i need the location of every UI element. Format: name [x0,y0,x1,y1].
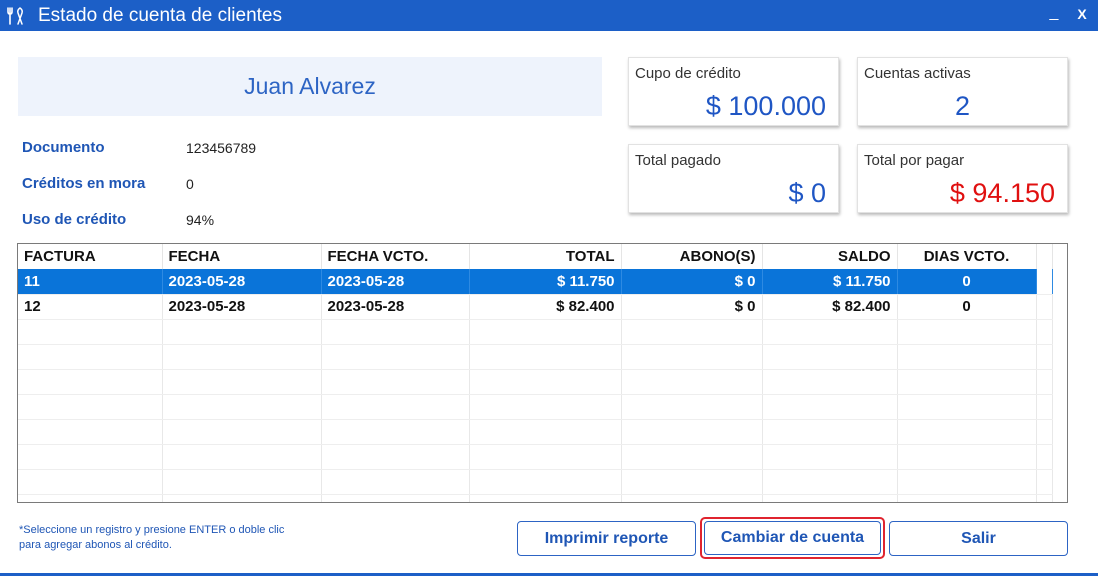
column-header-fecha-vcto[interactable]: FECHA VCTO. [321,244,470,269]
empty-row [18,494,1053,502]
active-accounts-value: 2 [954,91,971,121]
document-value: 123456789 [186,140,257,156]
total-paid-label: Total pagado [635,152,721,169]
cell-factura: 11 [18,269,163,295]
overdue-credits-label: Créditos en mora [22,175,146,192]
empty-row [18,419,1053,445]
active-accounts-label: Cuentas activas [864,65,971,82]
empty-row [18,344,1053,370]
total-paid-value: $ 0 [788,178,826,208]
cell-filler [1036,294,1053,320]
help-hint-line: *Seleccione un registro y presione ENTER… [19,524,285,536]
minimize-button[interactable]: _ [1046,4,1062,24]
cell-fecha: 2023-05-28 [162,294,322,320]
cell-dias-vcto: 0 [897,294,1037,320]
column-header-abonos[interactable]: ABONO(S) [621,244,763,269]
total-due-label: Total por pagar [864,152,965,169]
exit-button[interactable]: Salir [889,521,1068,556]
column-header-dias-vcto[interactable]: DIAS VCTO. [897,244,1037,269]
customer-name: Juan Alvarez [244,73,376,99]
column-header-filler [1036,244,1053,269]
document-label: Documento [22,139,105,156]
empty-row [18,394,1053,420]
credit-limit-value: $ 100.000 [705,91,826,121]
cell-fecha-vcto: 2023-05-28 [321,269,470,295]
cell-factura: 12 [18,294,163,320]
column-header-fecha[interactable]: FECHA [162,244,322,269]
credit-usage-value: 94% [186,212,215,228]
empty-row [18,469,1053,495]
cell-saldo: $ 11.750 [762,269,898,295]
cell-abonos: $ 0 [621,294,763,320]
column-header-total[interactable]: TOTAL [469,244,622,269]
cell-saldo: $ 82.400 [762,294,898,320]
tools-icon [6,6,26,26]
empty-row [18,369,1053,395]
title-bar[interactable]: Estado de cuenta de clientes _ X [0,0,1098,31]
credit-limit-label: Cupo de crédito [635,65,741,82]
window-title: Estado de cuenta de clientes [38,5,283,26]
cell-total: $ 82.400 [469,294,622,320]
empty-row [18,319,1053,345]
help-hint-line: para agregar abonos al crédito. [19,539,172,551]
total-due-value: $ 94.150 [949,178,1055,208]
change-account-button[interactable]: Cambiar de cuenta [704,521,881,555]
credit-usage-label: Uso de crédito [22,211,127,228]
print-report-button[interactable]: Imprimir reporte [517,521,696,556]
cell-filler [1036,269,1053,295]
total-paid-card: Total pagado $ 0 [628,144,839,213]
empty-row [18,444,1053,470]
customer-name-panel: Juan Alvarez [18,57,602,116]
cell-fecha-vcto: 2023-05-28 [321,294,470,320]
cell-total: $ 11.750 [469,269,622,295]
help-hint: *Seleccione un registro y presione ENTER… [19,523,284,553]
cell-dias-vcto: 0 [897,269,1037,295]
column-header-saldo[interactable]: SALDO [762,244,898,269]
close-button[interactable]: X [1072,6,1092,26]
invoices-grid[interactable]: FACTURA FECHA FECHA VCTO. TOTAL ABONO(S)… [17,243,1068,503]
table-row[interactable]: 11 2023-05-28 2023-05-28 $ 11.750 $ 0 $ … [18,269,1053,295]
cell-fecha: 2023-05-28 [162,269,322,295]
column-header-factura[interactable]: FACTURA [18,244,163,269]
overdue-credits-value: 0 [186,176,194,192]
table-row[interactable]: 12 2023-05-28 2023-05-28 $ 82.400 $ 0 $ … [18,294,1053,320]
cell-abonos: $ 0 [621,269,763,295]
invoices-table: FACTURA FECHA FECHA VCTO. TOTAL ABONO(S)… [18,244,1053,502]
credit-limit-card: Cupo de crédito $ 100.000 [628,57,839,126]
account-statement-window: Estado de cuenta de clientes _ X Juan Al… [0,0,1098,576]
total-due-card: Total por pagar $ 94.150 [857,144,1068,213]
active-accounts-card: Cuentas activas 2 [857,57,1068,126]
table-header-row: FACTURA FECHA FECHA VCTO. TOTAL ABONO(S)… [18,244,1053,269]
